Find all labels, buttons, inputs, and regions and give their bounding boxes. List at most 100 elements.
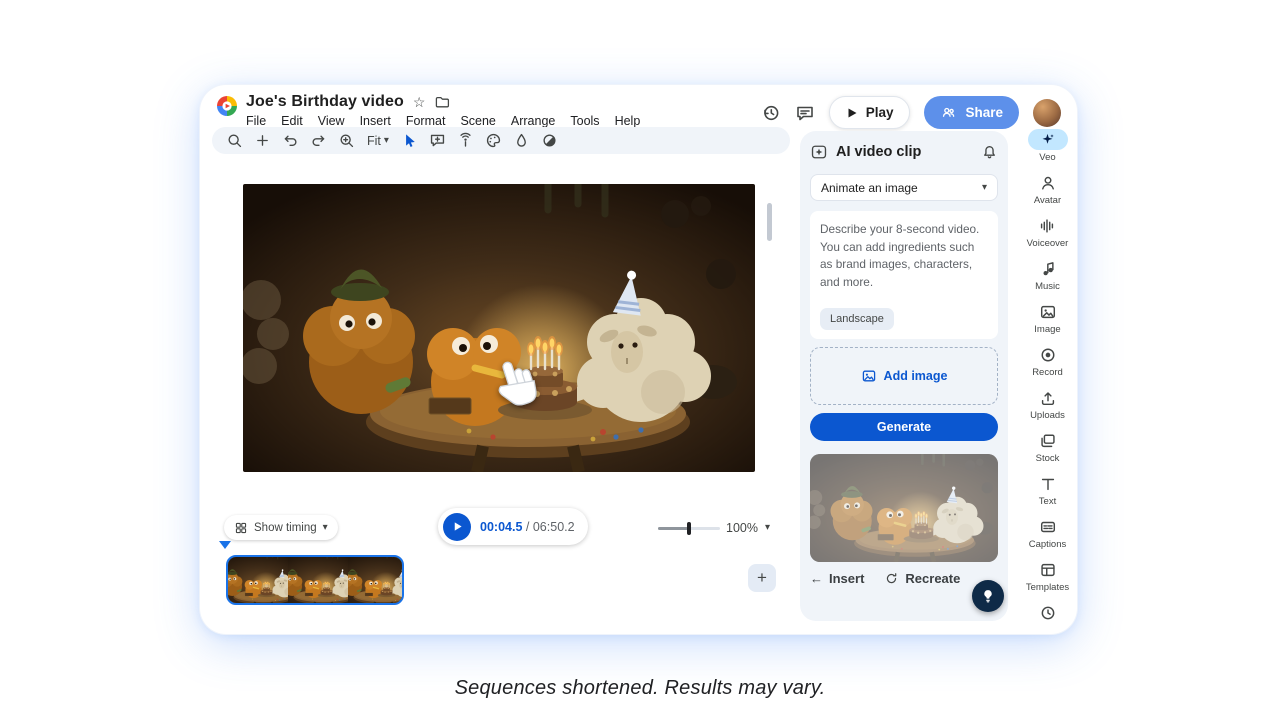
ink-droplet-icon[interactable] [511,130,532,151]
mode-select-value: Animate an image [821,181,918,195]
clip-frame [228,557,288,603]
notifications-bell-icon[interactable] [981,144,998,161]
captions-icon [1039,518,1057,536]
timeline-play-button[interactable] [443,513,471,541]
image-icon [1039,303,1057,321]
mode-select[interactable]: Animate an image ▾ [810,174,998,201]
chevron-down-icon: ▾ [384,136,389,146]
recreate-button[interactable]: Recreate [884,571,960,586]
rail-item-captions[interactable]: Captions [1028,516,1068,550]
rail-item-record[interactable]: Record [1028,344,1068,378]
templates-icon [1039,561,1057,579]
vids-app-icon [216,95,238,117]
rail-item-image[interactable]: Image [1028,301,1068,335]
lightbulb-icon [980,588,996,604]
show-timing-toggle[interactable]: Show timing ▾ [224,515,338,540]
fit-zoom-select[interactable]: Fit ▾ [364,134,392,148]
broadcast-icon[interactable] [455,130,476,151]
timeline-zoom-select[interactable]: 100% ▾ [726,517,770,539]
volume-fill [658,527,688,530]
slide-canvas[interactable] [243,184,755,472]
chevron-down-icon: ▾ [982,183,987,193]
redo-icon[interactable] [308,130,329,151]
rail-item-uploads[interactable]: Uploads [1028,387,1068,421]
menu-tools[interactable]: Tools [570,114,599,128]
rail-item-text[interactable]: Text [1028,473,1068,507]
rail-item-history[interactable] [1028,602,1068,623]
play-button[interactable]: Play [829,96,911,129]
add-scene-button[interactable]: + [748,564,776,592]
move-folder-icon[interactable] [434,94,450,110]
select-tool-icon[interactable] [399,130,420,151]
history-icon [1039,604,1057,622]
theme-palette-icon[interactable] [483,130,504,151]
header-actions: Play Share [761,96,1061,129]
add-comment-icon[interactable] [427,130,448,151]
generate-button[interactable]: Generate [810,413,998,441]
panel-title: AI video clip [836,144,973,160]
music-note-icon [1039,260,1057,278]
search-icon[interactable] [224,130,245,151]
play-icon [452,521,463,532]
menu-bar: File Edit View Insert Format Scene Arran… [246,114,640,128]
zoom-in-icon[interactable] [336,130,357,151]
sparkle-icon [1040,132,1055,147]
aspect-ratio-chip[interactable]: Landscape [820,308,894,330]
rail-item-stock[interactable]: Stock [1028,430,1068,464]
zoom-level: 100% [726,521,758,535]
canvas-scrollbar[interactable] [767,203,772,241]
star-icon[interactable]: ☆ [413,95,426,109]
rail-item-voiceover[interactable]: Voiceover [1027,215,1069,249]
plus-icon: + [757,568,767,588]
tips-lightbulb-button[interactable] [972,580,1004,612]
add-icon[interactable] [252,130,273,151]
menu-edit[interactable]: Edit [281,114,303,128]
clip-frame [348,557,404,603]
menu-arrange[interactable]: Arrange [511,114,555,128]
account-avatar[interactable] [1033,99,1061,127]
document-title[interactable]: Joe's Birthday video [246,93,404,111]
menu-file[interactable]: File [246,114,266,128]
chevron-down-icon: ▾ [765,523,770,533]
prompt-placeholder: Describe your 8-second video. You can ad… [820,222,979,289]
prompt-textarea[interactable]: Describe your 8-second video. You can ad… [810,211,998,339]
time-display: 00:04.5 / 06:50.2 [480,520,575,534]
app-window: Joe's Birthday video ☆ File Edit View In… [200,85,1077,634]
rail-item-templates[interactable]: Templates [1026,559,1069,593]
share-button[interactable]: Share [924,96,1019,129]
add-image-button[interactable]: Add image [810,347,998,405]
window-header: Joe's Birthday video ☆ File Edit View In… [216,93,640,128]
comments-icon[interactable] [795,103,815,123]
menu-help[interactable]: Help [615,114,641,128]
clip-frame [288,557,348,603]
text-icon [1039,475,1057,493]
timing-grid-icon [234,521,248,535]
playback-pill: 00:04.5 / 06:50.2 [438,508,588,545]
record-icon [1039,346,1057,364]
title-block: Joe's Birthday video ☆ File Edit View In… [246,93,640,128]
menu-scene[interactable]: Scene [460,114,495,128]
preview-image [810,454,998,562]
people-icon [940,104,957,121]
scene-image [243,184,755,472]
rail-item-avatar[interactable]: Avatar [1028,172,1068,206]
transparency-icon[interactable] [539,130,560,151]
menu-format[interactable]: Format [406,114,446,128]
version-history-icon[interactable] [761,103,781,123]
menu-insert[interactable]: Insert [360,114,391,128]
person-icon [1039,174,1057,192]
insert-button[interactable]: ← Insert [810,571,864,586]
timeline-clip[interactable] [226,555,404,605]
rail-item-music[interactable]: Music [1028,258,1068,292]
media-stack-icon [1039,432,1057,450]
playhead-marker[interactable] [219,541,231,549]
undo-icon[interactable] [280,130,301,151]
menu-view[interactable]: View [318,114,345,128]
waveform-icon [1038,217,1056,235]
page: Joe's Birthday video ☆ File Edit View In… [0,0,1280,720]
volume-handle[interactable] [687,522,691,535]
rail-item-veo[interactable]: Veo [1028,129,1068,163]
generated-preview[interactable] [810,454,998,562]
panel-footer: ← Insert Recreate [810,571,998,586]
volume-slider[interactable] [658,521,720,536]
